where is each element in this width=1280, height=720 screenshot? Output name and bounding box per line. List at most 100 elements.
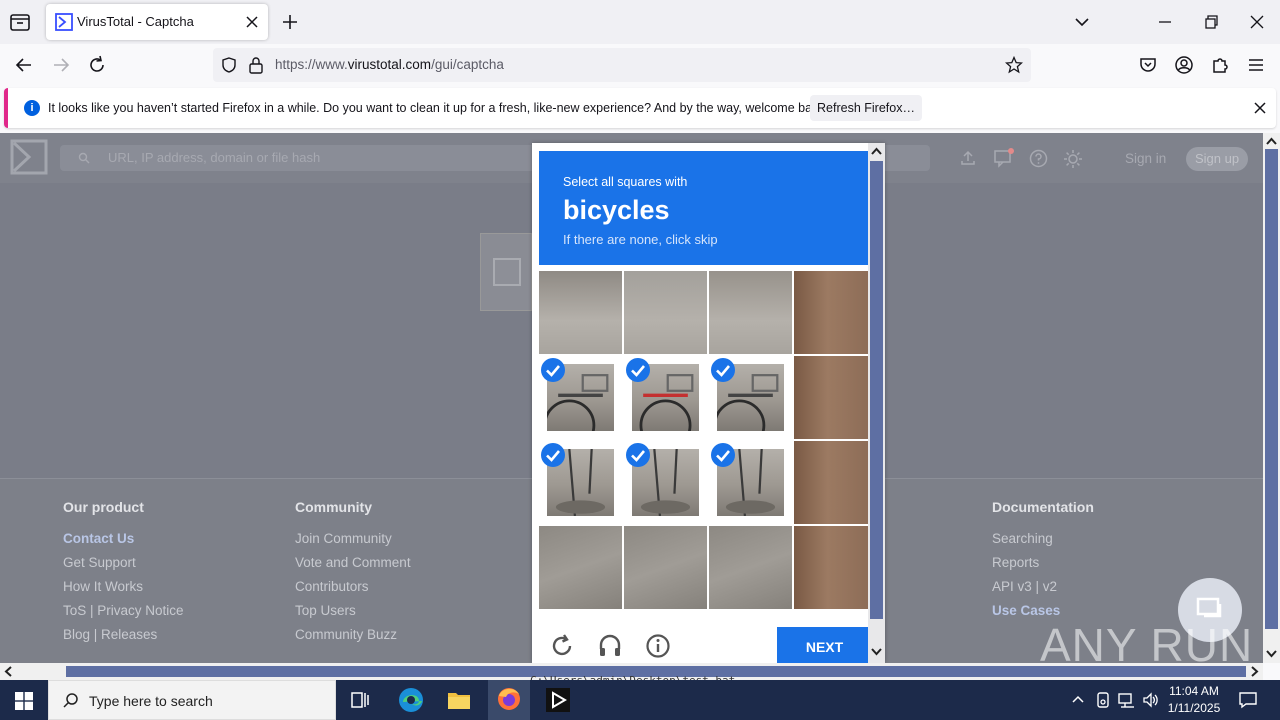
tab-title: VirusTotal - Captcha xyxy=(77,14,194,29)
network-icon[interactable] xyxy=(1117,691,1137,709)
notification-center-icon[interactable] xyxy=(1238,691,1258,709)
anyrun-app-icon[interactable] xyxy=(542,684,574,716)
footer-link[interactable]: ToS | Privacy Notice xyxy=(63,603,184,627)
captcha-tile[interactable] xyxy=(709,271,792,354)
taskbar-search-placeholder: Type here to search xyxy=(89,693,213,709)
info-circle-icon[interactable] xyxy=(645,633,671,659)
footer-link[interactable]: Top Users xyxy=(295,603,411,627)
new-tab-icon[interactable] xyxy=(280,12,300,32)
tab-list-icon[interactable] xyxy=(8,10,32,34)
captcha-scroll-thumb[interactable] xyxy=(870,161,883,619)
captcha-tile[interactable] xyxy=(794,271,877,354)
next-button[interactable]: NEXT xyxy=(777,627,872,663)
scroll-right-icon[interactable] xyxy=(1250,666,1260,677)
footer-link[interactable]: Contact Us xyxy=(63,531,184,555)
captcha-challenge-dialog: Select all squares with bicycles If ther… xyxy=(532,143,885,663)
captcha-tile[interactable] xyxy=(709,441,792,524)
notifications-icon[interactable] xyxy=(993,148,1015,168)
tile-selected-check-icon xyxy=(711,443,735,467)
task-view-icon[interactable] xyxy=(344,684,376,716)
back-icon[interactable] xyxy=(13,54,35,76)
captcha-tile[interactable] xyxy=(624,526,707,609)
url-text[interactable]: https://www.virustotal.com/gui/captcha xyxy=(275,57,504,72)
footer-link[interactable]: Vote and Comment xyxy=(295,555,411,579)
captcha-tile-image xyxy=(624,526,707,609)
help-icon[interactable] xyxy=(1029,149,1048,168)
page-scroll-thumb[interactable] xyxy=(1265,149,1278,629)
footer-link[interactable]: Reports xyxy=(992,555,1094,579)
footer-link[interactable]: API v3 | v2 xyxy=(992,579,1094,603)
theme-toggle-icon[interactable] xyxy=(1063,149,1083,169)
volume-icon[interactable] xyxy=(1142,691,1160,709)
captcha-tile[interactable] xyxy=(539,441,622,524)
sign-up-button[interactable]: Sign up xyxy=(1186,147,1248,171)
tile-selected-check-icon xyxy=(626,443,650,467)
forward-icon[interactable] xyxy=(50,54,72,76)
tile-selected-check-icon xyxy=(541,443,565,467)
taskbar-clock[interactable]: 11:04 AM 1/11/2025 xyxy=(1164,683,1224,717)
close-window-icon[interactable] xyxy=(1247,12,1267,32)
lock-icon[interactable] xyxy=(248,56,264,74)
footer-link[interactable]: Community Buzz xyxy=(295,627,411,651)
bookmark-star-icon[interactable] xyxy=(1005,56,1023,74)
file-explorer-icon[interactable] xyxy=(443,684,475,716)
footer-link[interactable]: Contributors xyxy=(295,579,411,603)
reload-icon[interactable] xyxy=(86,54,108,76)
upload-icon[interactable] xyxy=(959,149,977,167)
captcha-tile[interactable] xyxy=(709,356,792,439)
scroll-up-icon[interactable] xyxy=(871,146,882,156)
footer-heading: Our product xyxy=(63,499,144,515)
tab-virustotal[interactable]: VirusTotal - Captcha xyxy=(46,4,268,40)
captcha-tile[interactable] xyxy=(709,526,792,609)
captcha-tile[interactable] xyxy=(539,526,622,609)
url-bar[interactable]: https://www.virustotal.com/gui/captcha xyxy=(213,48,1031,82)
prompt-target: bicycles xyxy=(563,195,670,225)
footer-link[interactable]: How It Works xyxy=(63,579,184,603)
scroll-down-icon[interactable] xyxy=(871,647,882,657)
captcha-scrollbar[interactable] xyxy=(868,143,885,663)
shield-icon[interactable] xyxy=(220,56,238,74)
captcha-checkbox[interactable] xyxy=(493,258,521,286)
footer-link[interactable]: Blog | Releases xyxy=(63,627,184,651)
captcha-tile[interactable] xyxy=(794,441,877,524)
captcha-tile[interactable] xyxy=(794,526,877,609)
scroll-down-icon[interactable] xyxy=(1266,649,1277,659)
scroll-left-icon[interactable] xyxy=(3,666,13,677)
scroll-up-icon[interactable] xyxy=(1266,136,1277,146)
tray-expand-icon[interactable] xyxy=(1070,692,1086,708)
account-icon[interactable] xyxy=(1173,54,1195,76)
tab-close-icon[interactable] xyxy=(244,14,260,30)
extensions-icon[interactable] xyxy=(1209,54,1231,76)
page-vertical-scrollbar[interactable] xyxy=(1263,133,1280,663)
captcha-tile[interactable] xyxy=(624,356,707,439)
restore-icon[interactable] xyxy=(1201,12,1221,32)
taskbar: Type here to search 11:04 AM 1/11/2025 xyxy=(0,680,1280,720)
captcha-tile[interactable] xyxy=(539,271,622,354)
refresh-firefox-button[interactable]: Refresh Firefox… xyxy=(810,95,922,121)
captcha-tile-image xyxy=(794,526,877,609)
captcha-tile[interactable] xyxy=(624,441,707,524)
list-all-tabs-icon[interactable] xyxy=(1072,12,1092,32)
audio-challenge-icon[interactable] xyxy=(597,633,623,659)
minimize-icon[interactable] xyxy=(1155,12,1175,32)
image-grid xyxy=(539,271,877,609)
captcha-tile[interactable] xyxy=(624,271,707,354)
sign-in-link[interactable]: Sign in xyxy=(1125,151,1166,166)
captcha-tile[interactable] xyxy=(539,356,622,439)
footer-link[interactable]: Searching xyxy=(992,531,1094,555)
notification-close-icon[interactable] xyxy=(1252,100,1268,116)
footer-link[interactable]: Join Community xyxy=(295,531,411,555)
refresh-challenge-icon[interactable] xyxy=(549,633,575,659)
virustotal-logo-icon[interactable] xyxy=(10,139,48,175)
start-button[interactable] xyxy=(0,680,48,720)
footer-link[interactable]: Get Support xyxy=(63,555,184,579)
device-icon[interactable] xyxy=(1095,691,1111,709)
menu-icon[interactable] xyxy=(1245,54,1267,76)
taskbar-search[interactable]: Type here to search xyxy=(48,680,336,720)
edge-icon[interactable] xyxy=(395,684,427,716)
firefox-taskbar-item[interactable] xyxy=(488,680,530,720)
pocket-icon[interactable] xyxy=(1137,54,1159,76)
captcha-tile[interactable] xyxy=(794,356,877,439)
tab-strip: VirusTotal - Captcha xyxy=(0,0,1280,44)
captcha-tile-image xyxy=(539,271,622,354)
